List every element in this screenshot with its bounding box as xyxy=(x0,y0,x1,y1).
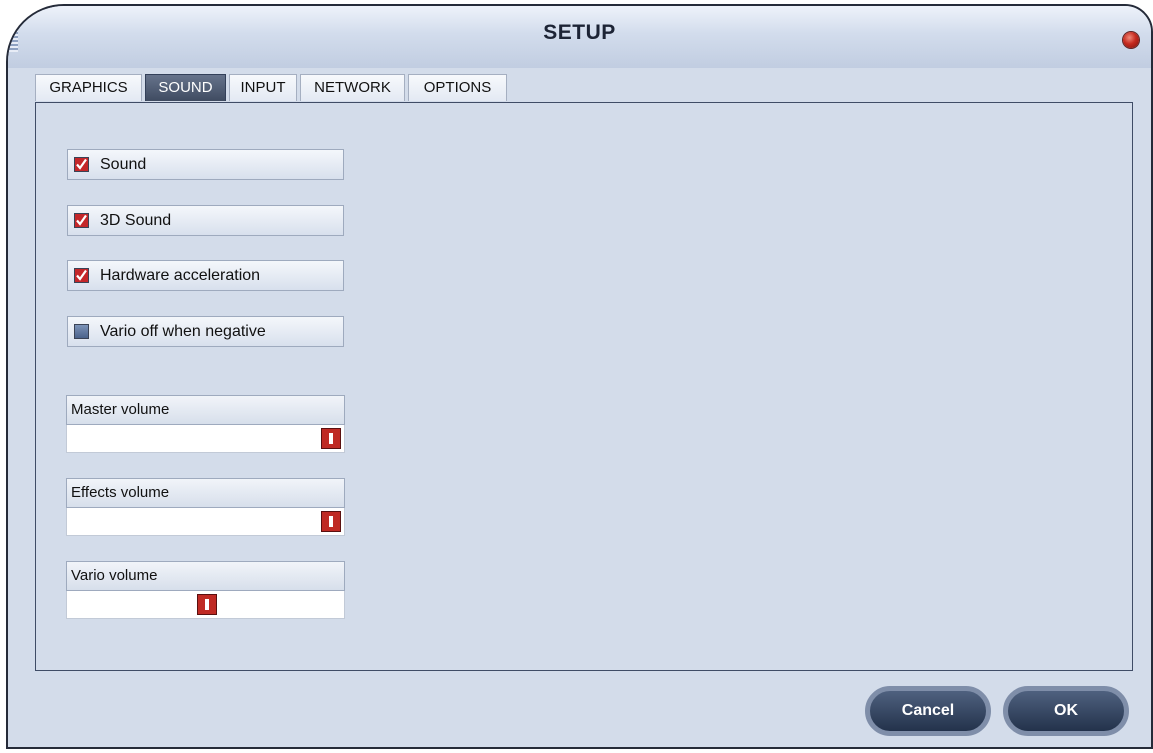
master-volume-label: Master volume xyxy=(66,395,345,425)
slider-thumb[interactable] xyxy=(197,594,217,615)
effects-volume-slider[interactable] xyxy=(66,508,345,536)
window-title: SETUP xyxy=(543,21,616,44)
tab-graphics[interactable]: GRAPHICS xyxy=(35,74,142,101)
effects-volume-control: Effects volume xyxy=(66,478,345,536)
checkbox-checked-icon xyxy=(74,157,89,172)
title-bar[interactable]: SETUP xyxy=(8,6,1151,68)
sound-checkbox[interactable]: Sound xyxy=(67,149,344,180)
ok-button[interactable]: OK xyxy=(1003,686,1129,736)
vario-off-label: Vario off when negative xyxy=(100,323,266,340)
slider-thumb[interactable] xyxy=(321,428,341,449)
vario-volume-label: Vario volume xyxy=(66,561,345,591)
tab-options[interactable]: OPTIONS xyxy=(408,74,507,101)
checkbox-checked-icon xyxy=(74,213,89,228)
hardware-acceleration-checkbox[interactable]: Hardware acceleration xyxy=(67,260,344,291)
cancel-button[interactable]: Cancel xyxy=(865,686,991,736)
checkmark-icon xyxy=(76,269,87,281)
master-volume-slider[interactable] xyxy=(66,425,345,453)
vario-volume-control: Vario volume xyxy=(66,561,345,619)
tab-input[interactable]: INPUT xyxy=(229,74,297,101)
checkbox-checked-icon xyxy=(74,268,89,283)
slider-thumb[interactable] xyxy=(321,511,341,532)
3d-sound-checkbox[interactable]: 3D Sound xyxy=(67,205,344,236)
setup-window: SETUP GRAPHICS SOUND INPUT NETWORK OPTIO… xyxy=(6,4,1153,749)
checkmark-icon xyxy=(76,158,87,170)
effects-volume-label: Effects volume xyxy=(66,478,345,508)
3d-sound-label: 3D Sound xyxy=(100,212,172,229)
master-volume-control: Master volume xyxy=(66,395,345,453)
checkmark-icon xyxy=(76,214,87,226)
sound-settings-panel: Sound 3D Sound Hardware acceleration Var… xyxy=(35,102,1133,671)
sound-label: Sound xyxy=(100,156,147,173)
tab-network[interactable]: NETWORK xyxy=(300,74,405,101)
tab-sound[interactable]: SOUND xyxy=(145,74,226,101)
close-icon[interactable] xyxy=(1123,32,1139,48)
vario-volume-slider[interactable] xyxy=(66,591,345,619)
hardware-acceleration-label: Hardware acceleration xyxy=(100,267,261,284)
vario-off-checkbox[interactable]: Vario off when negative xyxy=(67,316,344,347)
checkbox-unchecked-icon xyxy=(74,324,89,339)
